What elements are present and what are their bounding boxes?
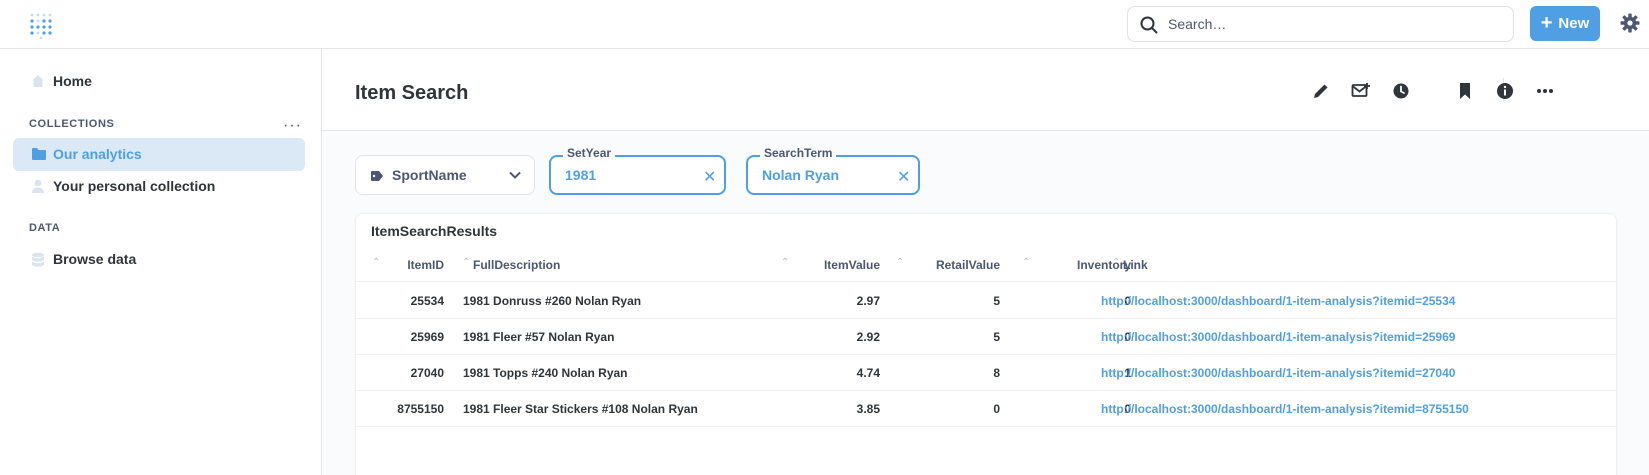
history-clock-icon[interactable] [1391, 81, 1411, 101]
clear-filter-close-icon[interactable]: ✕ [897, 167, 910, 187]
info-icon[interactable] [1495, 81, 1515, 101]
bookmark-icon[interactable] [1455, 81, 1475, 101]
sort-caret-icon: ⌃ [1022, 257, 1031, 268]
cell-retailvalue: 5 [993, 330, 1000, 344]
cell-itemid: 25534 [410, 294, 444, 308]
cell-itemid: 27040 [410, 366, 444, 380]
home-icon [31, 74, 45, 93]
data-heading: DATA [29, 222, 61, 234]
cell-link[interactable]: http://localhost:3000/dashboard/1-item-a… [1101, 402, 1469, 416]
sidebar-item-label: Home [53, 73, 92, 89]
chevron-down-icon [508, 168, 522, 187]
table-row: 8755150 1981 Fleer Star Stickers #108 No… [356, 391, 1616, 427]
cell-itemvalue: 4.74 [856, 366, 880, 380]
filter-label: SearchTerm [760, 146, 837, 160]
sidebar-item-label: Your personal collection [53, 178, 216, 194]
clear-filter-close-icon[interactable]: ✕ [703, 167, 716, 187]
cell-fulldescription: 1981 Fleer #57 Nolan Ryan [463, 330, 615, 344]
sidebar-item-home[interactable]: Home [13, 65, 305, 98]
collections-heading: COLLECTIONS [29, 118, 115, 130]
sidebar-item-browse-data[interactable]: Browse data [13, 243, 305, 276]
dashboard-main: Item Search SportName SetYear 1981 ✕ Sea… [322, 49, 1649, 475]
search-icon [1140, 16, 1158, 34]
cell-link[interactable]: http://localhost:3000/dashboard/1-item-a… [1101, 294, 1455, 308]
person-icon [31, 179, 45, 199]
filter-label: SetYear [563, 146, 616, 160]
column-header-itemvalue[interactable]: ItemValue [824, 258, 880, 272]
cell-itemid: 25969 [410, 330, 444, 344]
sort-caret-icon: ⌃ [896, 257, 905, 268]
cell-itemid: 8755150 [397, 402, 444, 416]
cell-retailvalue: 8 [993, 366, 1000, 380]
page-title: Item Search [355, 82, 469, 104]
more-options-icon[interactable] [1535, 81, 1555, 101]
settings-gear-icon[interactable] [1620, 13, 1640, 38]
table-row: 25534 1981 Donruss #260 Nolan Ryan 2.97 … [356, 283, 1616, 319]
tag-icon [370, 169, 384, 187]
folder-icon [31, 147, 47, 166]
sort-caret-icon: ⌃ [462, 257, 471, 268]
table-header: ⌃ ItemID ⌃ FullDescription ⌃ ItemValue ⌃… [356, 246, 1616, 282]
top-bar: + New [0, 0, 1649, 49]
cell-itemvalue: 2.92 [856, 330, 880, 344]
new-button-label: New [1558, 15, 1590, 32]
column-header-fulldescription[interactable]: FullDescription [473, 258, 560, 272]
sort-caret-icon: ⌃ [372, 257, 381, 268]
cell-link[interactable]: http://localhost:3000/dashboard/1-item-a… [1101, 330, 1455, 344]
filter-value: Nolan Ryan [762, 167, 840, 183]
filter-label: SportName [392, 167, 467, 183]
new-button[interactable]: + New [1530, 6, 1600, 41]
sidebar-item-personal-collection[interactable]: Your personal collection [13, 170, 305, 203]
cell-fulldescription: 1981 Topps #240 Nolan Ryan [463, 366, 628, 380]
sidebar: Home COLLECTIONS ··· Our analytics Your … [0, 49, 322, 475]
search-bar[interactable] [1127, 6, 1514, 42]
cell-itemvalue: 2.97 [856, 294, 880, 308]
card-title[interactable]: ItemSearchResults [371, 223, 497, 239]
sort-caret-icon: ⌃ [1112, 257, 1121, 268]
cell-retailvalue: 0 [993, 402, 1000, 416]
set-year-filter[interactable]: SetYear 1981 ✕ [549, 146, 726, 195]
metabase-logo-icon[interactable] [28, 11, 56, 40]
cell-link[interactable]: http://localhost:3000/dashboard/1-item-a… [1101, 366, 1455, 380]
plus-icon: + [1540, 11, 1553, 34]
sport-name-filter[interactable]: SportName [355, 155, 535, 195]
search-input[interactable] [1168, 7, 1498, 41]
search-term-filter[interactable]: SearchTerm Nolan Ryan ✕ [746, 146, 920, 195]
cell-fulldescription: 1981 Fleer Star Stickers #108 Nolan Ryan [463, 402, 698, 416]
dashboard-header: Item Search [322, 49, 1649, 131]
pencil-icon[interactable] [1311, 81, 1331, 101]
results-card: ItemSearchResults ⌃ ItemID ⌃ FullDescrip… [355, 213, 1617, 475]
subscription-mail-icon[interactable] [1351, 81, 1371, 101]
collections-more-icon[interactable]: ··· [283, 117, 302, 135]
table-row: 27040 1981 Topps #240 Nolan Ryan 4.74 8 … [356, 355, 1616, 391]
cell-itemvalue: 3.85 [856, 402, 880, 416]
cell-retailvalue: 5 [993, 294, 1000, 308]
filter-value: 1981 [565, 167, 597, 183]
cell-fulldescription: 1981 Donruss #260 Nolan Ryan [463, 294, 642, 308]
column-header-retailvalue[interactable]: RetailValue [936, 258, 1000, 272]
sidebar-item-label: Browse data [53, 251, 137, 267]
sort-caret-icon: ⌃ [781, 257, 790, 268]
table-row: 25969 1981 Fleer #57 Nolan Ryan 2.92 5 0… [356, 319, 1616, 355]
column-header-link[interactable]: Link [1123, 258, 1148, 272]
column-header-itemid[interactable]: ItemID [407, 258, 444, 272]
sidebar-item-our-analytics[interactable]: Our analytics [13, 138, 305, 171]
sidebar-item-label: Our analytics [53, 146, 142, 162]
database-icon [31, 252, 45, 273]
